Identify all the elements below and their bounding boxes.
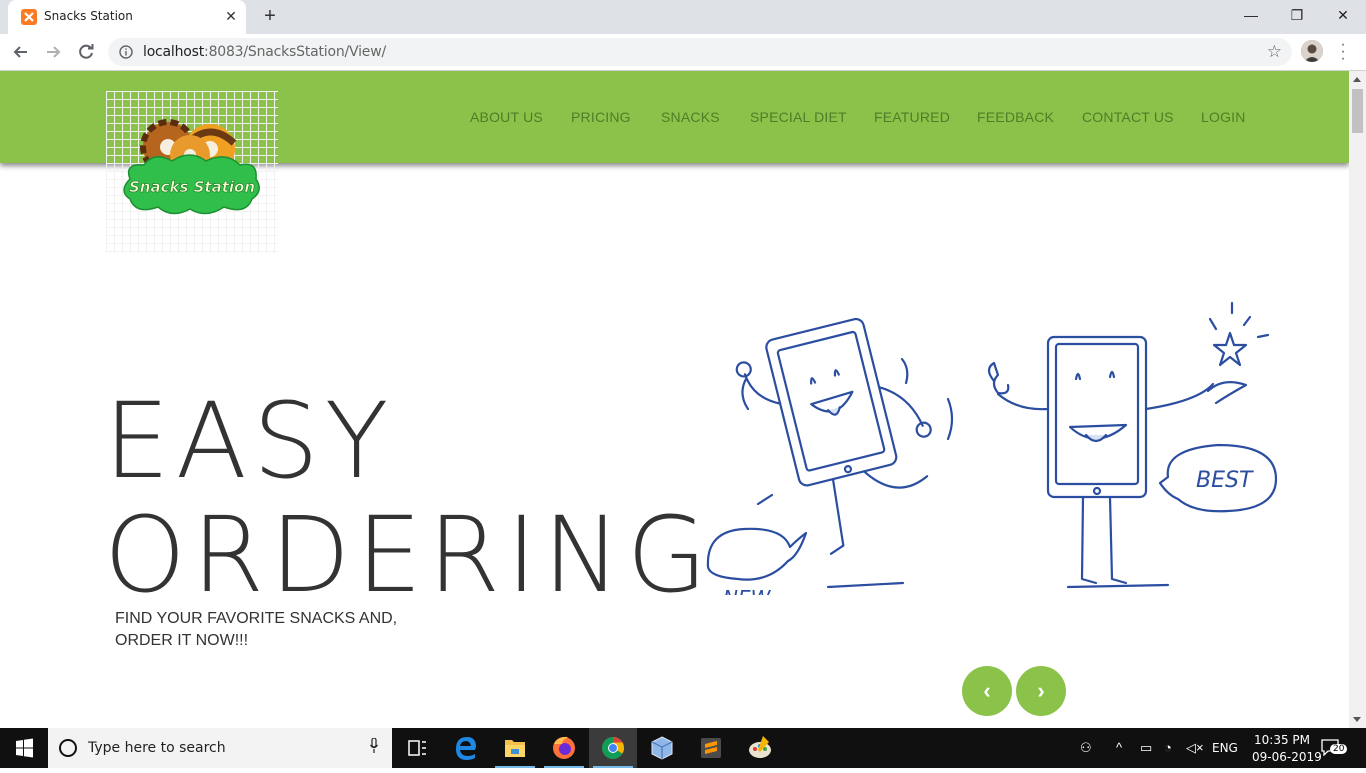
- snacks-station-logo: Snacks Station: [123, 119, 260, 215]
- carousel-prev-button[interactable]: ‹: [962, 666, 1012, 716]
- people-icon[interactable]: ⚇: [1080, 740, 1092, 756]
- page-viewport: ABOUT US PRICING SNACKS SPECIAL DIET FEA…: [0, 71, 1349, 728]
- folder-icon: [505, 740, 525, 757]
- hero-illustration: NEW BEST: [706, 301, 1278, 595]
- maximize-button[interactable]: ❐: [1274, 0, 1320, 30]
- cortana-icon: [59, 739, 77, 757]
- windows-start-icon[interactable]: [0, 728, 48, 768]
- browser-tabstrip: Snacks Station ✕ + — ❐ ✕: [0, 0, 1366, 34]
- nav-contact-us[interactable]: CONTACT US: [1082, 109, 1174, 125]
- file-explorer-icon[interactable]: [491, 728, 539, 768]
- windows-taskbar: Type here to search ⚇ ^ ▭ ◔ ◁× ENG 10:35…: [0, 728, 1366, 768]
- hero-title-line2: ORDERING: [104, 494, 714, 616]
- xampp-favicon-icon: [21, 9, 37, 25]
- scroll-up-arrow-icon[interactable]: [1353, 77, 1361, 82]
- nav-pricing[interactable]: PRICING: [571, 109, 631, 125]
- chrome-logo-icon: [602, 737, 624, 759]
- sublime-text-icon[interactable]: [687, 728, 735, 768]
- bubble-best-label: BEST: [1196, 468, 1254, 493]
- scroll-thumb[interactable]: [1352, 89, 1363, 133]
- hero-subtitle: FIND YOUR FAVORITE SNACKS AND, ORDER IT …: [115, 608, 397, 652]
- battery-icon[interactable]: ▭: [1140, 740, 1152, 756]
- bookmark-star-icon[interactable]: ☆: [1267, 42, 1282, 62]
- nav-featured[interactable]: FEATURED: [874, 109, 950, 125]
- show-hidden-icons-chevron-icon[interactable]: ^: [1116, 740, 1122, 755]
- info-icon[interactable]: [119, 45, 133, 59]
- address-bar[interactable]: localhost:8083/SnacksStation/View/ ☆: [108, 38, 1292, 66]
- search-placeholder: Type here to search: [88, 740, 226, 756]
- reload-icon[interactable]: [75, 41, 97, 63]
- virtualbox-icon[interactable]: [638, 728, 686, 768]
- url-host: localhost: [143, 44, 205, 60]
- task-view-icon[interactable]: [393, 728, 441, 768]
- action-center-button[interactable]: 20: [1320, 738, 1348, 758]
- nav-special-diet[interactable]: SPECIAL DIET: [750, 109, 847, 125]
- volume-muted-icon[interactable]: ◁×: [1186, 740, 1204, 756]
- firefox-icon[interactable]: [540, 728, 588, 768]
- clock-time[interactable]: 10:35 PM: [1254, 733, 1310, 747]
- site-logo[interactable]: Snacks Station: [106, 91, 278, 253]
- minimize-button[interactable]: —: [1228, 0, 1274, 30]
- chrome-icon[interactable]: [589, 728, 637, 768]
- hero-subtitle-line1: FIND YOUR FAVORITE SNACKS AND,: [115, 610, 398, 627]
- svg-text:Snacks Station: Snacks Station: [129, 178, 255, 196]
- hero-title-line1: EASY: [104, 380, 395, 502]
- browser-tab[interactable]: Snacks Station ✕: [8, 0, 246, 34]
- clock-date[interactable]: 09-06-2019: [1252, 750, 1322, 764]
- microphone-icon[interactable]: [370, 738, 378, 754]
- tab-close-button[interactable]: ✕: [222, 7, 240, 25]
- paint-icon[interactable]: [736, 728, 784, 768]
- url-text: localhost:8083/SnacksStation/View/: [143, 44, 386, 60]
- nav-snacks[interactable]: SNACKS: [661, 109, 720, 125]
- notification-count-badge: 20: [1330, 744, 1348, 754]
- url-path: :8083/SnacksStation/View/: [204, 44, 386, 60]
- new-tab-button[interactable]: +: [258, 6, 282, 28]
- taskbar-search-input[interactable]: Type here to search: [48, 728, 392, 768]
- nav-login[interactable]: LOGIN: [1201, 109, 1246, 125]
- firefox-logo-icon: [553, 736, 575, 759]
- nav-feedback[interactable]: FEEDBACK: [977, 109, 1054, 125]
- close-window-button[interactable]: ✕: [1320, 0, 1366, 30]
- browser-menu-icon[interactable]: · · ·: [1338, 37, 1348, 67]
- hero-subtitle-line2: ORDER IT NOW!!!: [115, 632, 249, 649]
- wifi-icon[interactable]: ◔: [1164, 740, 1172, 755]
- page-scrollbar[interactable]: [1349, 71, 1366, 728]
- edge-icon[interactable]: [442, 728, 490, 768]
- profile-avatar[interactable]: [1301, 40, 1323, 62]
- back-icon[interactable]: [10, 41, 32, 63]
- browser-toolbar: localhost:8083/SnacksStation/View/ ☆ · · ·: [0, 34, 1366, 71]
- scroll-down-arrow-icon[interactable]: [1353, 717, 1361, 722]
- carousel-next-button[interactable]: ›: [1016, 666, 1066, 716]
- avatar-icon: [1301, 40, 1323, 62]
- language-indicator[interactable]: ENG: [1212, 741, 1238, 755]
- forward-icon[interactable]: [42, 41, 64, 63]
- tab-title: Snacks Station: [44, 9, 133, 23]
- nav-about-us[interactable]: ABOUT US: [470, 109, 543, 125]
- bubble-new-label: NEW: [723, 586, 772, 595]
